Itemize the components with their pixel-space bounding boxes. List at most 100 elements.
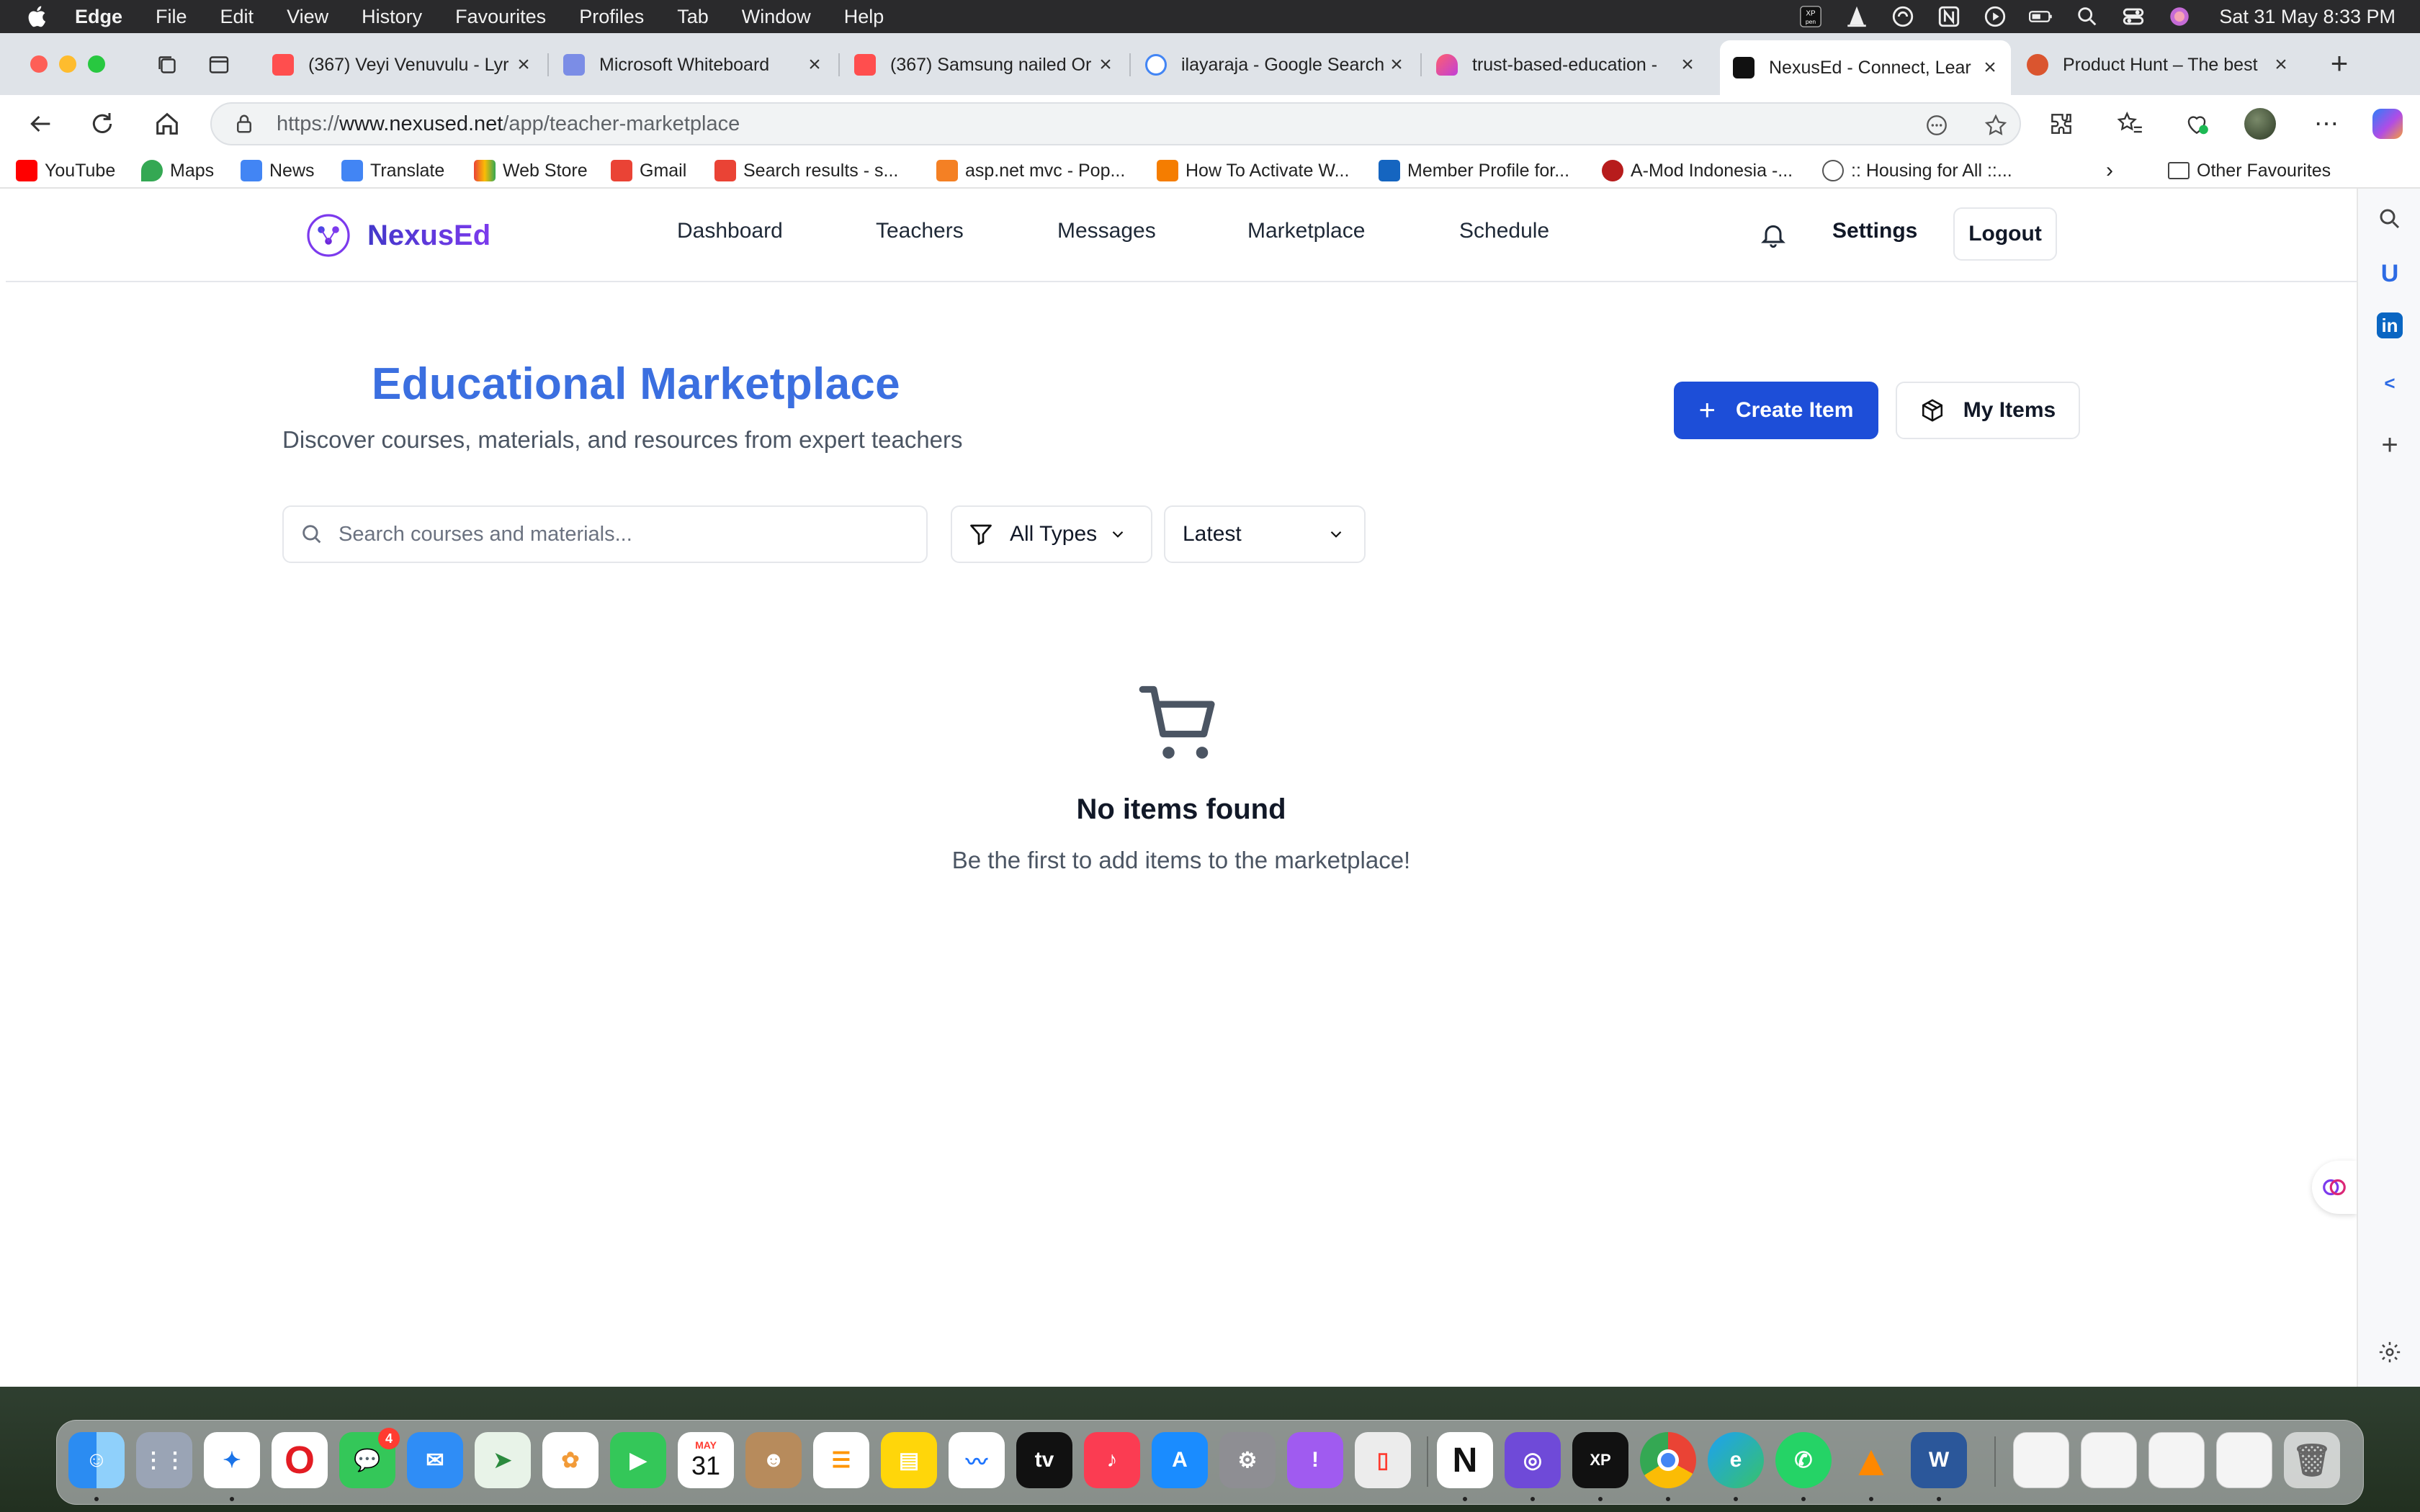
- bookmarks-overflow-chevron-icon[interactable]: ›: [2106, 158, 2113, 183]
- browser-essentials-heart-icon[interactable]: [2182, 109, 2211, 138]
- vlc-cone-icon[interactable]: [1845, 4, 1869, 29]
- menu-history[interactable]: History: [362, 6, 422, 28]
- contacts-icon[interactable]: ☻: [745, 1432, 802, 1488]
- bookmark-item[interactable]: Maps: [141, 158, 214, 183]
- new-tab-button[interactable]: +: [2323, 46, 2355, 80]
- messages-icon[interactable]: 💬 4: [339, 1428, 400, 1488]
- tab-close-icon[interactable]: ×: [2269, 53, 2293, 77]
- maps-icon[interactable]: ➤: [475, 1432, 531, 1488]
- bookmark-item[interactable]: YouTube: [16, 158, 115, 183]
- notion-icon[interactable]: N: [1437, 1432, 1493, 1488]
- nav-dashboard[interactable]: Dashboard: [677, 219, 783, 243]
- nav-marketplace[interactable]: Marketplace: [1247, 219, 1365, 243]
- vertical-tabs-icon[interactable]: [206, 52, 232, 78]
- bookmark-item[interactable]: How To Activate W...: [1157, 158, 1349, 183]
- chrome-icon[interactable]: [1640, 1432, 1696, 1488]
- copilot-icon[interactable]: [2372, 109, 2403, 139]
- edge-icon[interactable]: e: [1708, 1432, 1764, 1488]
- browser-tab[interactable]: Product Hunt – The best ×: [2014, 40, 2302, 89]
- browser-tab[interactable]: (367) Veyi Venuvulu - Lyr ×: [259, 40, 544, 89]
- sync-circle-icon[interactable]: [1891, 4, 1915, 29]
- finder-icon[interactable]: ☺: [68, 1432, 125, 1488]
- tab-close-icon[interactable]: ×: [1675, 53, 1700, 77]
- lock-icon[interactable]: [233, 113, 255, 135]
- mail-icon[interactable]: ✉: [407, 1432, 463, 1488]
- other-favourites-folder[interactable]: Other Favourites: [2168, 158, 2331, 183]
- tab-close-icon[interactable]: ×: [511, 53, 536, 77]
- sort-select[interactable]: Latest: [1164, 505, 1366, 563]
- notes-icon[interactable]: ▤: [881, 1432, 937, 1488]
- sidebar-settings-gear-icon[interactable]: [2374, 1336, 2406, 1368]
- tab-close-icon[interactable]: ×: [1093, 53, 1118, 77]
- tab-close-icon[interactable]: ×: [802, 53, 827, 77]
- search-box[interactable]: [282, 505, 928, 563]
- bookmark-item[interactable]: News: [241, 158, 315, 183]
- tab-close-icon[interactable]: ×: [1978, 55, 2002, 80]
- browser-tab[interactable]: ilayaraja - Google Search ×: [1132, 40, 1417, 89]
- apple-tv-icon[interactable]: tv: [1016, 1432, 1072, 1488]
- notion-tray-icon[interactable]: [1937, 4, 1961, 29]
- menu-help[interactable]: Help: [844, 6, 884, 28]
- bookmark-item[interactable]: Search results - s...: [714, 158, 898, 183]
- apple-logo-icon[interactable]: [26, 4, 50, 29]
- bookmark-item[interactable]: Web Store: [474, 158, 588, 183]
- nav-messages[interactable]: Messages: [1057, 219, 1156, 243]
- logout-button[interactable]: Logout: [1953, 207, 2057, 261]
- back-arrow-icon[interactable]: [26, 109, 55, 138]
- menu-app-name[interactable]: Edge: [75, 6, 122, 28]
- xp-pen-icon[interactable]: XP pen: [1798, 4, 1823, 29]
- menu-profiles[interactable]: Profiles: [579, 6, 644, 28]
- settings-link[interactable]: Settings: [1832, 219, 1917, 243]
- photos-icon[interactable]: ✿: [542, 1432, 599, 1488]
- profile-avatar[interactable]: [2244, 108, 2276, 140]
- bookmark-item[interactable]: A-Mod Indonesia -...: [1602, 158, 1793, 183]
- bookmark-item[interactable]: asp.net mvc - Pop...: [936, 158, 1125, 183]
- whatsapp-icon[interactable]: ✆: [1775, 1432, 1832, 1488]
- facetime-icon[interactable]: ▶: [610, 1432, 666, 1488]
- favorite-star-icon[interactable]: [1984, 113, 2008, 138]
- browser-tab-active[interactable]: NexusEd - Connect, Lear ×: [1720, 40, 2011, 95]
- reminders-icon[interactable]: ☰: [813, 1432, 869, 1488]
- sidebar-search-icon[interactable]: [2374, 203, 2406, 235]
- recent-document-thumbnail[interactable]: [2013, 1432, 2069, 1488]
- home-icon[interactable]: [153, 109, 182, 138]
- tor-icon[interactable]: ◎: [1505, 1432, 1561, 1488]
- safari-compass-icon[interactable]: ✦: [204, 1432, 260, 1488]
- recent-document-thumbnail[interactable]: [2216, 1432, 2272, 1488]
- type-filter-select[interactable]: All Types: [951, 505, 1152, 563]
- browser-tab[interactable]: trust-based-education - ×: [1423, 40, 1708, 89]
- sidebar-add-icon[interactable]: +: [2374, 429, 2406, 461]
- window-zoom-button[interactable]: [88, 55, 105, 73]
- floating-assistant-button[interactable]: [2312, 1161, 2357, 1214]
- iphone-mirroring-icon[interactable]: ▯: [1355, 1432, 1411, 1488]
- recent-document-thumbnail[interactable]: [2148, 1432, 2205, 1488]
- sidebar-u-app-icon[interactable]: U: [2374, 258, 2406, 289]
- menu-view[interactable]: View: [287, 6, 328, 28]
- tab-close-icon[interactable]: ×: [1384, 53, 1409, 77]
- recent-document-thumbnail[interactable]: [2081, 1432, 2137, 1488]
- address-url[interactable]: https://www.nexused.net/app/teacher-mark…: [277, 112, 740, 136]
- window-minimize-button[interactable]: [59, 55, 76, 73]
- refresh-icon[interactable]: [88, 109, 117, 138]
- search-input[interactable]: [339, 522, 900, 546]
- battery-icon[interactable]: [2029, 4, 2053, 29]
- bookmark-item[interactable]: :: Housing for All ::...: [1822, 158, 2012, 183]
- my-items-button[interactable]: My Items: [1896, 382, 2080, 439]
- menu-tab[interactable]: Tab: [677, 6, 709, 28]
- play-circle-icon[interactable]: [1983, 4, 2007, 29]
- nexused-logo[interactable]: NexusEd: [305, 210, 490, 261]
- sidebar-app-icon[interactable]: <: [2374, 367, 2406, 399]
- notification-bell-icon[interactable]: [1759, 220, 1788, 249]
- menu-window[interactable]: Window: [742, 6, 811, 28]
- app-store-icon[interactable]: A: [1152, 1432, 1208, 1488]
- freeform-icon[interactable]: 〰: [949, 1432, 1005, 1488]
- xp-pen-app-icon[interactable]: XP: [1572, 1432, 1628, 1488]
- siri-icon[interactable]: [2167, 4, 2192, 29]
- linkedin-icon[interactable]: in: [2377, 312, 2403, 338]
- trash-icon[interactable]: 🗑: [2284, 1432, 2340, 1488]
- more-options-icon[interactable]: ⋯: [2312, 109, 2341, 138]
- extensions-puzzle-icon[interactable]: [2047, 109, 2076, 138]
- create-item-button[interactable]: + Create Item: [1674, 382, 1878, 439]
- bookmark-item[interactable]: Gmail: [611, 158, 686, 183]
- menu-file[interactable]: File: [156, 6, 187, 28]
